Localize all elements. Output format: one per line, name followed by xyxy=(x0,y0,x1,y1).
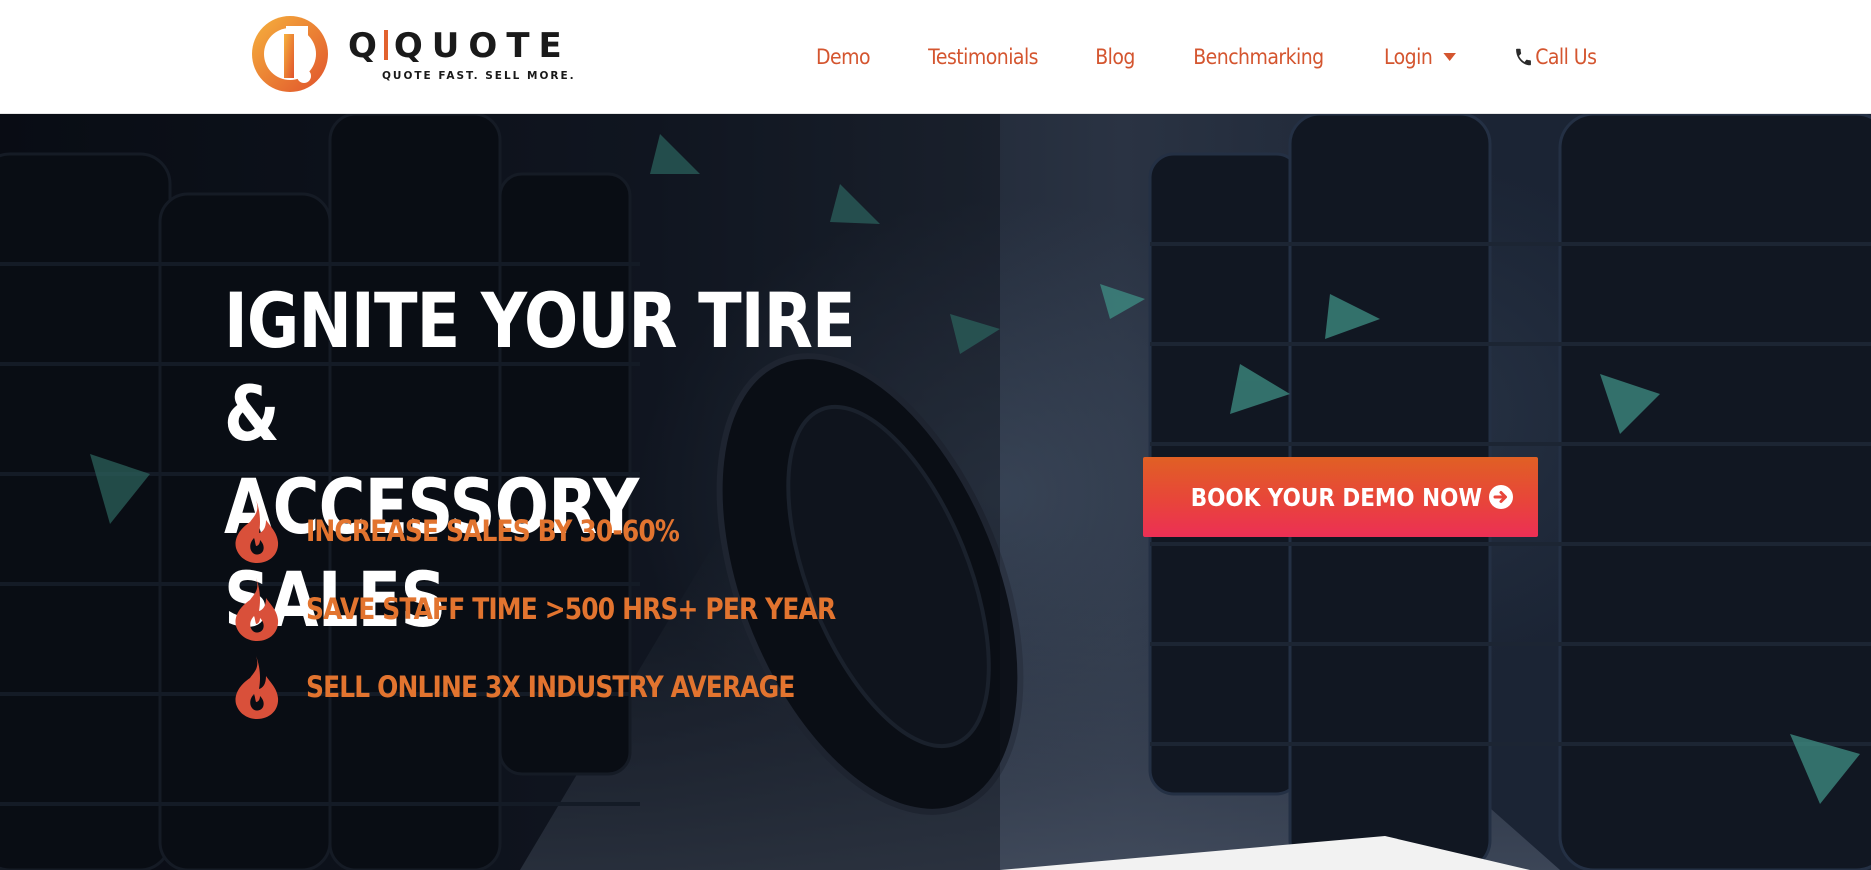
nav-blog-label: Blog xyxy=(1095,45,1136,69)
flame-icon xyxy=(235,578,279,641)
benefit-item: INCREASE SALES BY 30-60% xyxy=(230,492,922,570)
nav-login-label: Login xyxy=(1384,45,1433,69)
main-nav: Demo Testimonials Blog Benchmarking Logi… xyxy=(813,0,1601,114)
site-header: Q QUOTE QUOTE FAST. SELL MORE. Demo Testi… xyxy=(0,0,1871,114)
logo-word-quote: QUOTE xyxy=(393,26,571,66)
book-demo-label: BOOK YOUR DEMO NOW xyxy=(1190,482,1483,512)
benefit-text: INCREASE SALES BY 30-60% xyxy=(306,514,680,548)
nav-benchmarking-label: Benchmarking xyxy=(1193,45,1325,69)
nav-login-dropdown[interactable]: Login xyxy=(1384,45,1457,69)
benefit-item: SAVE STAFF TIME >500 HRS+ PER YEAR xyxy=(230,570,922,648)
book-demo-button[interactable]: BOOK YOUR DEMO NOW xyxy=(1143,457,1538,537)
nav-call-us-label: Call Us xyxy=(1535,45,1597,69)
logo-q-icon xyxy=(252,16,328,92)
nav-blog[interactable]: Blog xyxy=(1096,45,1136,69)
benefit-text: SAVE STAFF TIME >500 HRS+ PER YEAR xyxy=(306,592,836,626)
benefit-item: SELL ONLINE 3X INDUSTRY AVERAGE xyxy=(230,648,922,726)
hero-section: IGNITE YOUR TIRE & ACCESSORY SALES INCRE… xyxy=(0,114,1871,870)
flame-icon xyxy=(235,500,279,563)
logo-tagline: QUOTE FAST. SELL MORE. xyxy=(382,70,576,82)
benefit-list: INCREASE SALES BY 30-60% SAVE STAFF TIME… xyxy=(230,492,922,726)
phone-icon xyxy=(1516,48,1531,66)
nav-call-us[interactable]: Call Us xyxy=(1514,45,1597,69)
nav-testimonials-label: Testimonials xyxy=(928,45,1039,69)
logo[interactable]: Q QUOTE QUOTE FAST. SELL MORE. xyxy=(248,12,588,98)
hero-title-line-1: IGNITE YOUR TIRE & xyxy=(224,276,856,458)
nav-demo-label: Demo xyxy=(816,45,871,69)
flame-icon xyxy=(235,656,279,719)
nav-demo[interactable]: Demo xyxy=(816,45,871,69)
logo-wordmark: Q QUOTE xyxy=(348,26,571,66)
chevron-down-icon xyxy=(1443,53,1457,61)
logo-divider xyxy=(383,30,388,60)
nav-benchmarking[interactable]: Benchmarking xyxy=(1193,45,1325,69)
logo-letter-q: Q xyxy=(348,26,386,66)
section-divider-shape xyxy=(1000,836,1530,870)
arrow-circle-right-icon xyxy=(1488,485,1513,509)
nav-testimonials[interactable]: Testimonials xyxy=(928,45,1038,69)
benefit-text: SELL ONLINE 3X INDUSTRY AVERAGE xyxy=(306,670,795,704)
